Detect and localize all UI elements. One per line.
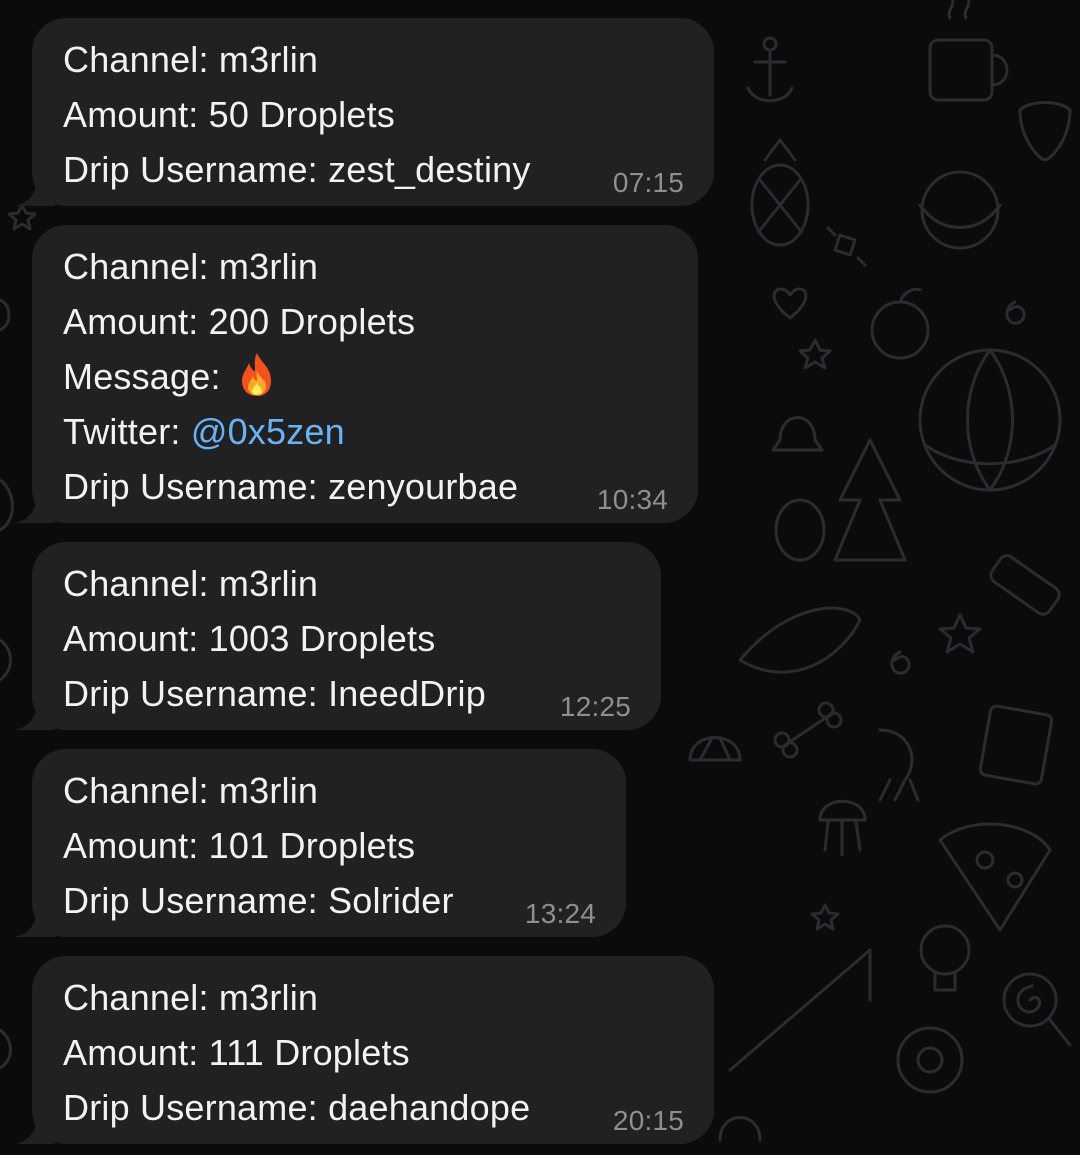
message-channel-line: Channel: m3rlin [63,977,319,1018]
message-username-line: Drip Username: zest_destiny [63,149,531,190]
message-amount-line: Amount: 101 Droplets [63,825,416,866]
message-amount-line: Amount: 200 Droplets [63,301,416,342]
message-last-row: Drip Username: daehandope 20:15 [63,1080,684,1136]
message-bubble[interactable]: Channel: m3rlin Amount: 1003 Droplets Dr… [32,542,661,730]
message-username-line: Drip Username: IneedDrip [63,673,486,714]
message-bubble[interactable]: Channel: m3rlin Amount: 50 Droplets Drip… [32,18,714,206]
twitter-label: Twitter: [63,411,181,452]
message-list: Channel: m3rlin Amount: 50 Droplets Drip… [0,0,1080,1155]
message-amount-line: Amount: 111 Droplets [63,1032,410,1073]
message-timestamp: 20:15 [612,1105,684,1136]
twitter-handle-link[interactable]: @0x5zen [191,411,345,452]
message-channel-line: Channel: m3rlin [63,246,319,287]
fire-icon [241,353,271,396]
message-timestamp: 07:15 [612,167,684,198]
message-username-line: Drip Username: zenyourbae [63,466,519,507]
message-channel-line: Channel: m3rlin [63,770,319,811]
message-bubble[interactable]: Channel: m3rlin Amount: 200 Droplets Mes… [32,225,698,523]
message-timestamp: 12:25 [559,691,631,722]
message-amount-line: Amount: 1003 Droplets [63,618,436,659]
message-text-line: Message: [63,349,668,404]
message-text-label: Message: [63,356,221,397]
message-username-line: Drip Username: daehandope [63,1087,531,1128]
message-channel-line: Channel: m3rlin [63,563,319,604]
message-bubble[interactable]: Channel: m3rlin Amount: 101 Droplets Dri… [32,749,626,937]
message-username-line: Drip Username: Solrider [63,880,454,921]
message-amount-line: Amount: 50 Droplets [63,94,395,135]
message-last-row: Drip Username: Solrider 13:24 [63,873,596,929]
message-last-row: Drip Username: zest_destiny 07:15 [63,142,684,198]
message-last-row: Drip Username: IneedDrip 12:25 [63,666,631,722]
message-channel-line: Channel: m3rlin [63,39,319,80]
message-timestamp: 13:24 [524,898,596,929]
message-twitter-line: Twitter: @0x5zen [63,404,668,459]
message-timestamp: 10:34 [596,484,668,515]
message-bubble[interactable]: Channel: m3rlin Amount: 111 Droplets Dri… [32,956,714,1144]
message-last-row: Drip Username: zenyourbae 10:34 [63,459,668,515]
